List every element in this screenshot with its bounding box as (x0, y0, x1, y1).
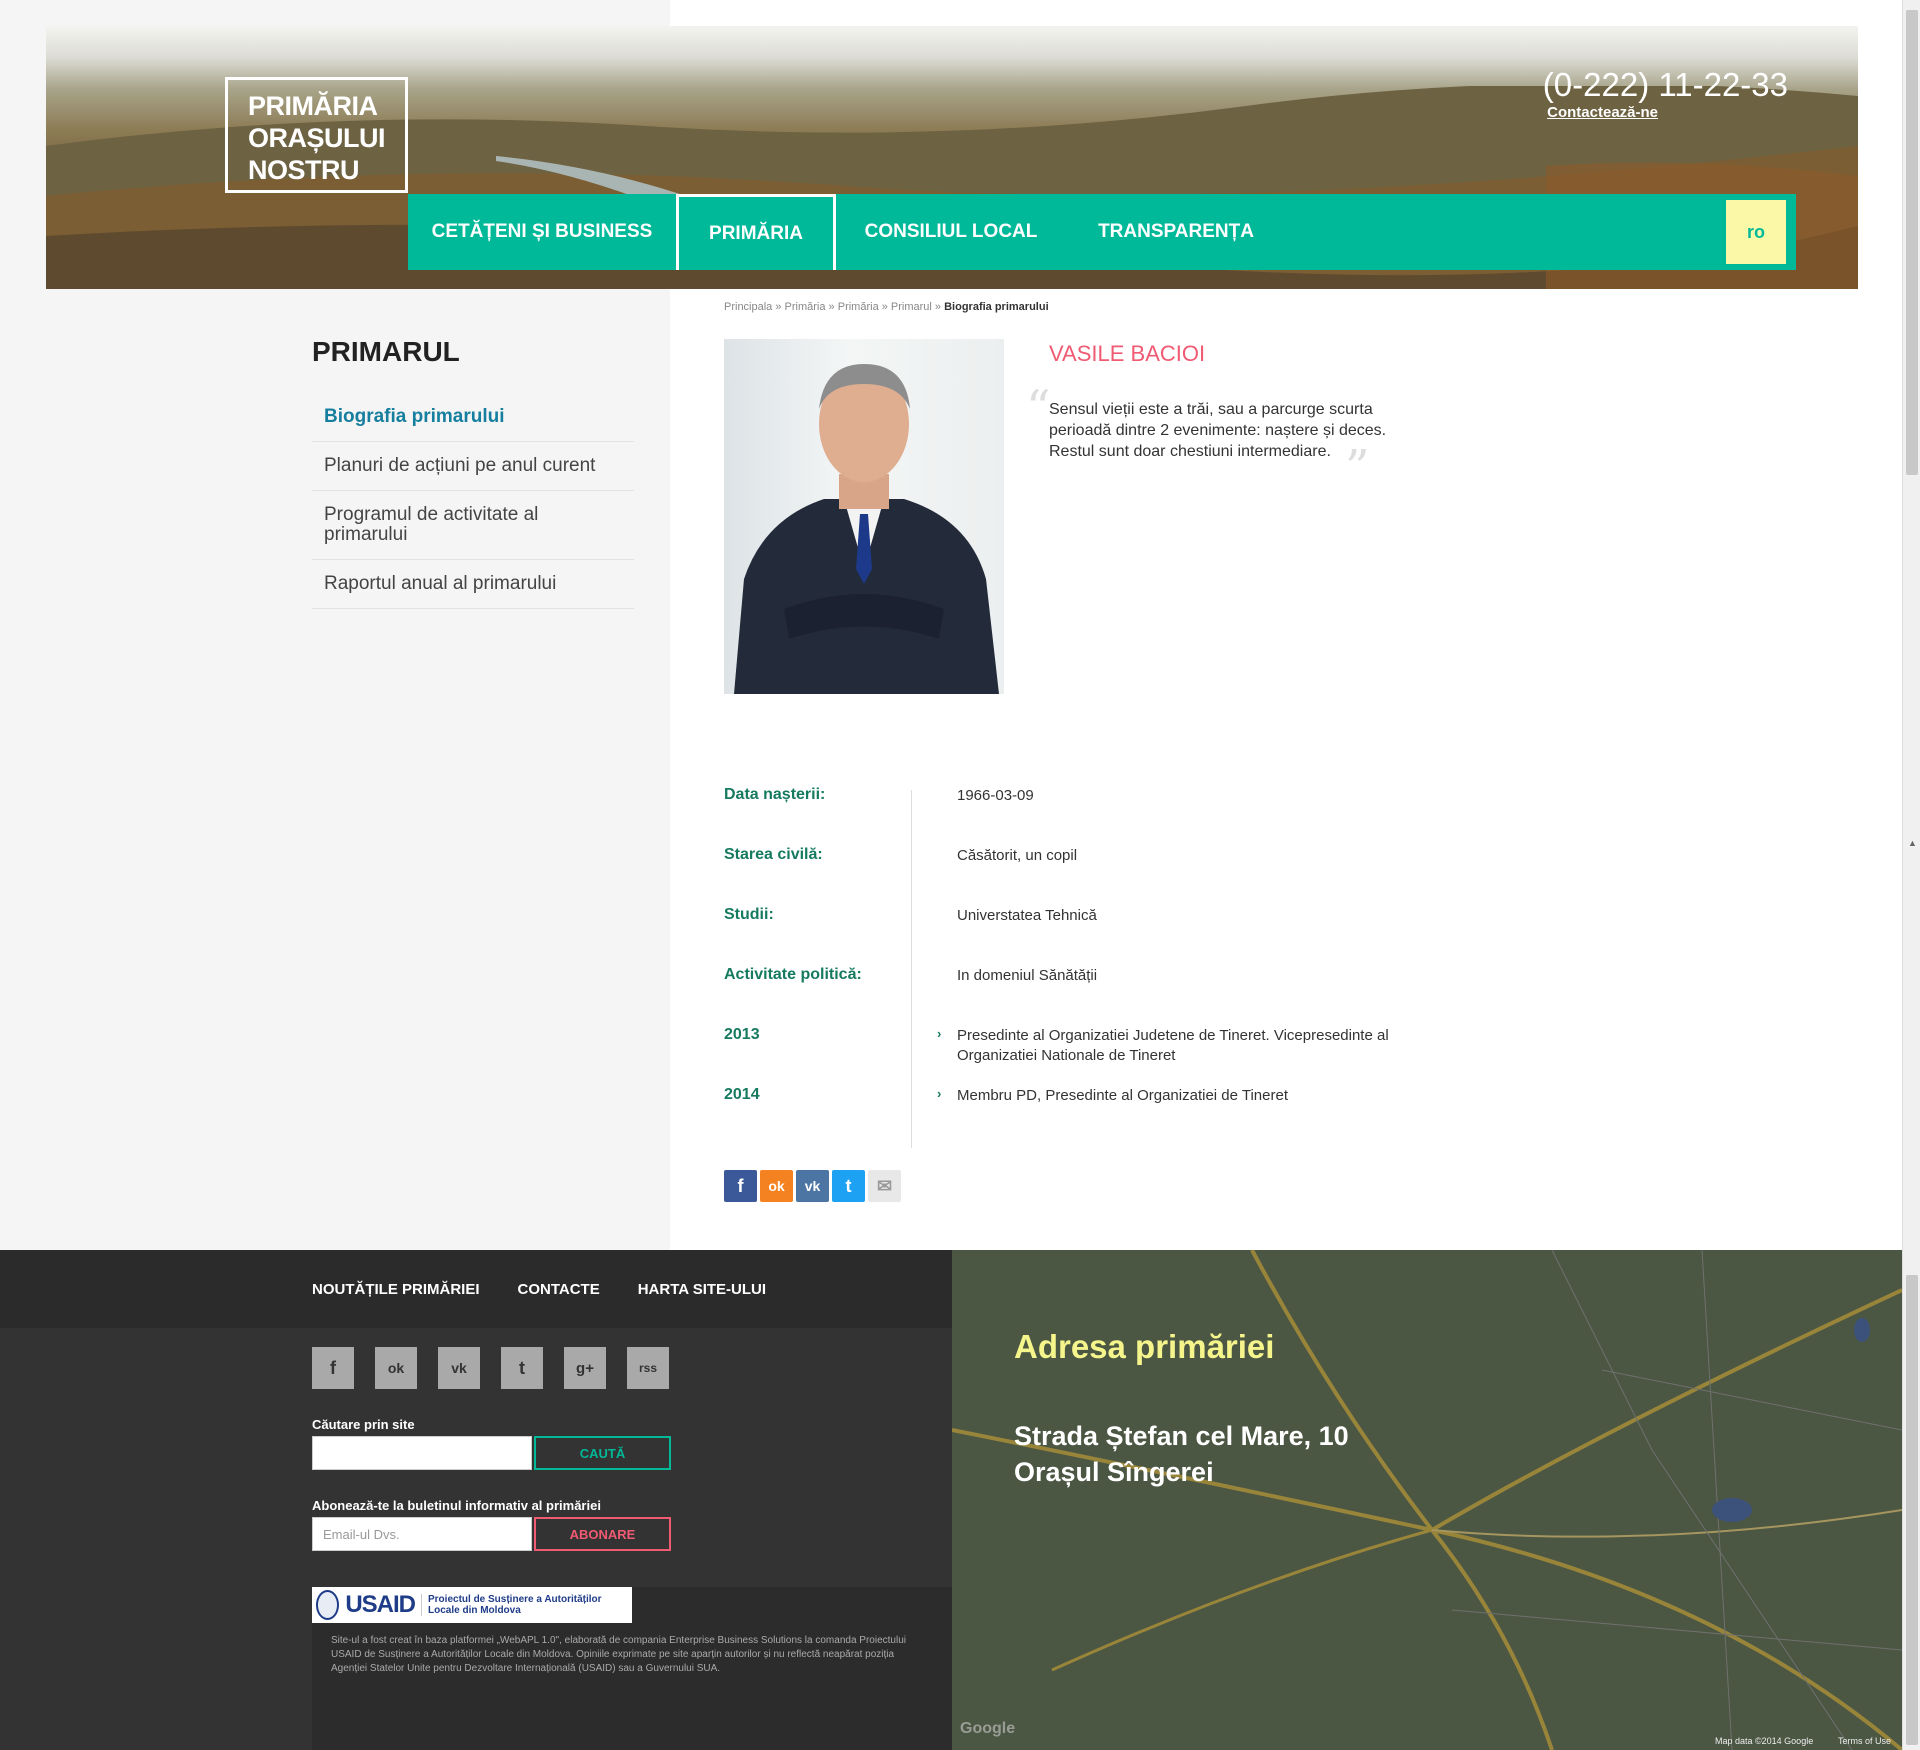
address-city: Orașul Sîngerei (1014, 1457, 1214, 1487)
main-nav: CETĂȚENI ȘI BUSINESS PRIMĂRIA CONSILIUL … (408, 194, 1796, 270)
odnoklassniki-icon[interactable]: ok (375, 1347, 417, 1389)
sidebar-item-biografia[interactable]: Biografia primarului (312, 393, 634, 442)
subscribe-button[interactable]: ABONARE (534, 1517, 671, 1551)
map-overlay (952, 1250, 1902, 1750)
facebook-icon[interactable]: f (724, 1170, 757, 1202)
logo-line-1: PRIMĂRIA (248, 91, 378, 121)
nav-item-consiliul-local[interactable]: CONSILIUL LOCAL (836, 194, 1066, 270)
mayor-quote: Sensul vieții este a trăi, sau a parcurg… (1049, 401, 1387, 460)
scrollbar-thumb[interactable] (1906, 10, 1918, 475)
mayor-photo (724, 339, 1004, 694)
map-address: Strada Ștefan cel Mare, 10 Orașul Sînger… (1014, 1418, 1349, 1490)
address-map[interactable] (952, 1250, 1902, 1750)
detail-label: Data nașterii: (724, 786, 826, 803)
details-divider (911, 790, 912, 1148)
vk-icon[interactable]: vk (438, 1347, 480, 1389)
facebook-icon[interactable]: f (312, 1347, 354, 1389)
detail-value: 1966-03-09 (957, 787, 1034, 804)
page-scrollbar[interactable]: ▲ (1902, 0, 1920, 1750)
chevron-right-icon: › (937, 1086, 942, 1101)
search-input[interactable] (312, 1436, 532, 1470)
chevron-right-icon: › (937, 1026, 942, 1041)
breadcrumb-link[interactable]: Primarul (891, 301, 932, 313)
language-switch[interactable]: ro (1726, 200, 1786, 264)
detail-value: Membru PD, Presedinte al Organizatiei de… (957, 1087, 1288, 1104)
twitter-icon[interactable]: t (501, 1347, 543, 1389)
breadcrumb-link[interactable]: Primăria (838, 301, 879, 313)
site-logo[interactable]: PRIMĂRIA ORAȘULUI NOSTRU (225, 77, 408, 193)
detail-label: Starea civilă: (724, 846, 823, 863)
search-button[interactable]: CAUTĂ (534, 1436, 671, 1470)
detail-value: Căsătorit, un copil (957, 847, 1078, 864)
scroll-up-icon[interactable]: ▲ (1908, 838, 1917, 848)
footer-link-contacte[interactable]: CONTACTE (518, 1281, 600, 1298)
vk-icon[interactable]: vk (796, 1170, 829, 1202)
usaid-project: Proiectul de Susținere a Autorităților L… (421, 1594, 628, 1616)
detail-value: Universtatea Tehnică (957, 907, 1097, 924)
contact-link[interactable]: Contactează-ne (1547, 104, 1658, 121)
logo-line-3: NOSTRU (248, 155, 360, 185)
scrollbar-thumb[interactable] (1906, 1275, 1918, 1745)
footer-link-harta[interactable]: HARTA SITE-ULUI (638, 1281, 766, 1298)
map-terms-link[interactable]: Terms of Use (1838, 1736, 1891, 1746)
nav-item-primaria[interactable]: PRIMĂRIA (676, 194, 836, 270)
phone-number: (0-222) 11-22-33 (1542, 66, 1788, 103)
quote-close-icon: ” (1345, 440, 1370, 496)
sidebar-item-planuri[interactable]: Planuri de acțiuni pe anul curent (312, 442, 634, 491)
search-label: Căutare prin site (312, 1417, 415, 1432)
email-field[interactable]: Email-ul Dvs. (312, 1517, 532, 1551)
usaid-logo[interactable]: USAID Proiectul de Susținere a Autorităț… (312, 1587, 632, 1623)
detail-label: Studii: (724, 906, 774, 923)
email-icon[interactable]: ✉ (868, 1170, 901, 1202)
footer-links: NOUTĂȚILE PRIMĂRIEI CONTACTE HARTA SITE-… (312, 1281, 766, 1298)
odnoklassniki-icon[interactable]: ok (760, 1170, 793, 1202)
breadcrumb-link[interactable]: Principala (724, 301, 772, 313)
breadcrumb-link[interactable]: Primăria (785, 301, 826, 313)
sidebar-menu: Biografia primarului Planuri de acțiuni … (312, 393, 634, 609)
detail-label: Activitate politică: (724, 966, 862, 983)
sidebar-item-raportul[interactable]: Raportul anual al primarului (312, 560, 634, 609)
usaid-brand: USAID (345, 1591, 416, 1618)
subscribe-label: Abonează-te la buletinul informativ al p… (312, 1498, 601, 1513)
twitter-icon[interactable]: t (832, 1170, 865, 1202)
detail-value: In domeniul Sănătății (957, 967, 1098, 984)
google-logo: Google (960, 1720, 1016, 1737)
map-title: Adresa primăriei (1014, 1328, 1275, 1365)
address-street: Strada Ștefan cel Mare, 10 (1014, 1421, 1349, 1451)
share-buttons: f ok vk t ✉ (724, 1170, 901, 1202)
footer-link-noutati[interactable]: NOUTĂȚILE PRIMĂRIEI (312, 1281, 480, 1298)
breadcrumb: Principala » Primăria » Primăria » Prima… (724, 301, 1049, 313)
sidebar-title: PRIMARUL (312, 336, 460, 367)
disclaimer-text: Site-ul a fost creat în baza platformei … (331, 1635, 906, 1674)
detail-label: 2014 (724, 1086, 760, 1103)
sidebar-item-programul[interactable]: Programul de activitate al primarului (312, 491, 634, 560)
header-banner: PRIMĂRIA ORAȘULUI NOSTRU (0-222) 11-22-3… (46, 26, 1858, 289)
usaid-seal-icon (316, 1590, 340, 1620)
mayor-name: VASILE BACIOI (1049, 341, 1206, 366)
breadcrumb-current: Biografia primarului (944, 301, 1049, 313)
nav-item-transparenta[interactable]: TRANSPARENȚA (1066, 194, 1286, 270)
detail-label: 2013 (724, 1026, 760, 1043)
quote-open-icon: “ (1026, 380, 1051, 436)
google-plus-icon[interactable]: g+ (564, 1347, 606, 1389)
nav-item-cetateni[interactable]: CETĂȚENI ȘI BUSINESS (408, 194, 676, 270)
rss-icon[interactable]: rss (627, 1347, 669, 1389)
map-credit: Map data ©2014 Google (1715, 1736, 1814, 1746)
logo-line-2: ORAȘULUI (248, 123, 386, 153)
detail-value: Presedinte al Organizatiei Judetene de T… (957, 1027, 1389, 1064)
